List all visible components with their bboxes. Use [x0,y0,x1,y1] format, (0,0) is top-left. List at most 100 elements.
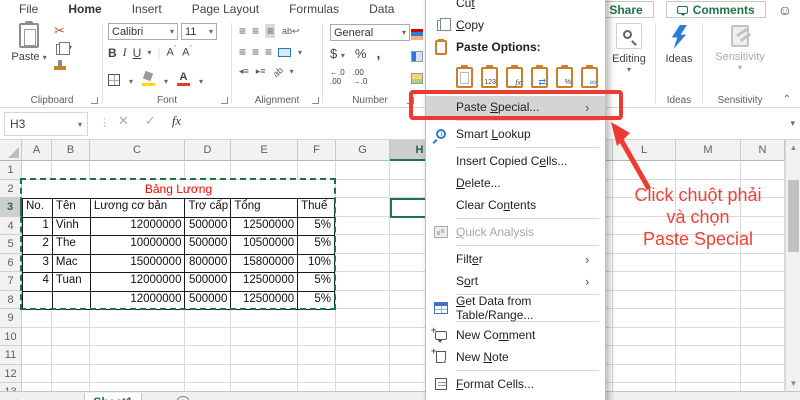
row-header-5[interactable]: 5 [0,235,22,254]
cell-g9[interactable] [336,309,390,328]
cell-a12[interactable] [22,365,52,384]
row-header-4[interactable]: 4 [0,217,22,236]
column-header-m[interactable]: M [676,140,741,161]
cell-b9[interactable] [52,309,90,328]
bold-button[interactable]: B [108,46,117,60]
sheet-nav-arrows[interactable]: ◂▸ [12,395,47,400]
align-bottom-icon[interactable]: ≡ [265,24,275,38]
cell-a9[interactable] [22,309,52,328]
cell-e1[interactable] [231,161,298,180]
column-header-d[interactable]: D [185,140,231,161]
row-header-6[interactable]: 6 [0,254,22,273]
column-header-e[interactable]: E [231,140,298,161]
font-color-caret[interactable]: ▾ [199,77,203,86]
font-dialog-launcher[interactable] [221,97,228,104]
cell-a10[interactable] [22,328,52,347]
format-as-table-icon[interactable] [411,51,423,62]
menu-item-clear-contents[interactable]: Clear Contents [426,194,605,216]
merge-center-icon[interactable] [278,48,291,57]
orientation-icon[interactable]: ab [271,64,285,78]
cell-b11[interactable] [52,346,90,365]
number-dialog-launcher[interactable] [407,97,414,104]
fill-color-icon[interactable] [142,72,155,86]
row-header-1[interactable]: 1 [0,161,22,180]
cell-n6[interactable] [741,254,785,273]
cell-n7[interactable] [741,272,785,291]
column-header-c[interactable]: C [90,140,185,161]
row-header-9[interactable]: 9 [0,309,22,328]
feedback-smiley-icon[interactable]: ☺ [778,2,792,18]
cell-l12[interactable] [613,365,676,384]
row-header-11[interactable]: 11 [0,346,22,365]
menu-item-smart-lookup[interactable]: Smart Lookup [426,123,605,145]
italic-button[interactable]: I [123,45,127,60]
menu-item-get-data-from-table-range[interactable]: Get Data from Table/Range... [426,297,605,319]
scrollbar-thumb[interactable] [788,180,799,252]
enter-icon[interactable]: ✓ [145,113,156,129]
cell-n9[interactable] [741,309,785,328]
row-header-2[interactable]: 2 [0,180,22,199]
cell-n1[interactable] [741,161,785,180]
cell-c1[interactable] [90,161,185,180]
cell-f12[interactable] [298,365,336,384]
cell-l11[interactable] [613,346,676,365]
insert-function-icon[interactable]: fx [172,113,181,129]
currency-icon[interactable]: $ ▾ [330,46,345,61]
comments-button[interactable]: Comments [666,1,766,18]
row-header-7[interactable]: 7 [0,272,22,291]
cell-l6[interactable] [613,254,676,273]
new-sheet-icon[interactable]: + [176,396,190,400]
clipboard-dialog-launcher[interactable] [91,97,98,104]
cell-l7[interactable] [613,272,676,291]
cell-g6[interactable] [336,254,390,273]
cell-g8[interactable] [336,291,390,310]
cancel-icon[interactable]: ✕ [118,113,129,129]
format-painter-icon[interactable] [54,66,66,70]
cell-b1[interactable] [52,161,90,180]
cell-l8[interactable] [613,291,676,310]
align-top-icon[interactable]: ≡ [239,24,245,38]
menu-item-paste-special[interactable]: Paste Special...› [426,96,605,118]
paste-values-icon[interactable]: 123 [481,67,498,88]
cell-g12[interactable] [336,365,390,384]
select-all-button[interactable] [0,140,22,161]
paste-formatting-icon[interactable]: % [556,67,573,88]
menu-item-sort[interactable]: Sort› [426,270,605,292]
ideas-group[interactable]: Ideas Ideas [657,19,701,107]
paste-link-icon[interactable]: ∞ [581,67,598,88]
cell-m12[interactable] [676,365,741,384]
vertical-scrollbar[interactable]: ▲ ▼ [785,140,800,391]
cell-d1[interactable] [185,161,231,180]
cell-c12[interactable] [90,365,185,384]
paste-icon[interactable] [456,67,473,88]
font-color-icon[interactable]: A [177,72,190,86]
cell-c10[interactable] [90,328,185,347]
formula-bar-grip[interactable]: ⋮ [99,116,110,129]
cell-n12[interactable] [741,365,785,384]
cell-g7[interactable] [336,272,390,291]
cell-g5[interactable] [336,235,390,254]
cell-l9[interactable] [613,309,676,328]
align-middle-icon[interactable]: ≡ [252,24,258,38]
scroll-down-icon[interactable]: ▼ [787,376,800,391]
editing-button[interactable] [616,23,642,49]
paste-transpose-icon[interactable]: ⇄ [531,67,548,88]
fill-color-caret[interactable]: ▾ [164,77,168,86]
cell-m7[interactable] [676,272,741,291]
collapse-ribbon-icon[interactable]: ⌃ [783,94,791,105]
cell-g10[interactable] [336,328,390,347]
percent-icon[interactable]: % [355,46,367,61]
cut-icon[interactable]: ✂ [54,25,72,37]
align-right-icon[interactable]: ≡ [265,45,271,59]
cell-f9[interactable] [298,309,336,328]
cell-c11[interactable] [90,346,185,365]
cell-l1[interactable] [613,161,676,180]
cell-b12[interactable] [52,365,90,384]
menu-item-cut[interactable]: Cut [426,0,605,14]
row-header-3[interactable]: 3 [0,198,22,217]
cell-d10[interactable] [185,328,231,347]
cell-n8[interactable] [741,291,785,310]
menu-item-copy[interactable]: Copy [426,14,605,36]
orientation-caret[interactable]: ▾ [290,67,294,76]
column-header-n[interactable]: N [741,140,785,161]
